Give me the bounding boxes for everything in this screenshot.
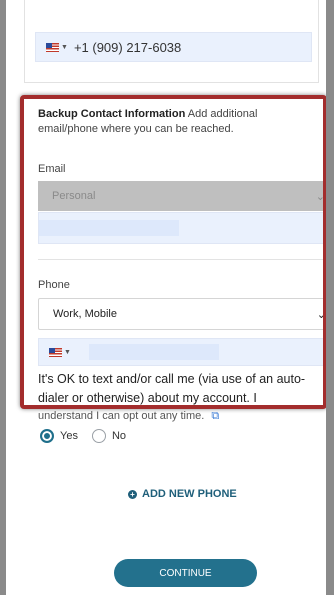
chevron-down-icon: ⌄: [316, 308, 326, 321]
consent-yes-label[interactable]: Yes: [60, 430, 78, 442]
us-flag-icon[interactable]: [46, 42, 59, 52]
us-flag-icon[interactable]: [49, 347, 62, 357]
email-type-value: Personal: [52, 190, 96, 202]
add-new-phone-button[interactable]: + ADD NEW PHONE: [128, 488, 237, 500]
consent-overflow-text: understand I can opt out any time.: [38, 410, 205, 422]
consent-yes-radio[interactable]: [40, 429, 54, 443]
primary-phone-value: +1 (909) 217-6038: [73, 39, 182, 55]
phone-label: Phone: [38, 279, 70, 291]
phone-input-fill: [89, 344, 219, 360]
consent-text: It's OK to text and/or call me (via use …: [38, 372, 306, 405]
backup-contact-section: Backup Contact Information Add additiona…: [20, 95, 326, 409]
backup-contact-heading: Backup Contact Information Add additiona…: [38, 107, 318, 137]
email-input-fill: [39, 220, 179, 236]
backup-title: Backup Contact Information: [38, 108, 186, 120]
chevron-down-icon[interactable]: ▼: [64, 349, 71, 356]
form-frame: ▼ +1 (909) 217-6038 Backup Contact Infor…: [6, 0, 326, 595]
consent-overflow-line: understand I can opt out any time. ⧉: [38, 410, 219, 423]
continue-button[interactable]: CONTINUE: [114, 559, 257, 587]
add-new-phone-label: ADD NEW PHONE: [142, 488, 237, 500]
consent-no-label[interactable]: No: [112, 430, 126, 442]
consent-no-radio[interactable]: [91, 429, 106, 443]
phone-type-select[interactable]: Work, Mobile ⌄: [38, 298, 326, 330]
external-link-icon[interactable]: ⧉: [211, 410, 219, 423]
email-type-select[interactable]: Personal ⌄: [38, 181, 325, 211]
email-label: Email: [38, 163, 66, 175]
chevron-down-icon: ⌄: [315, 190, 325, 203]
primary-phone-field[interactable]: ▼ +1 (909) 217-6038: [35, 32, 312, 62]
email-input[interactable]: [38, 212, 323, 244]
plus-circle-icon: +: [128, 489, 137, 499]
primary-contact-card: ▼ +1 (909) 217-6038: [24, 0, 319, 83]
phone-type-value: Work, Mobile: [53, 308, 117, 320]
chevron-down-icon[interactable]: ▼: [61, 44, 68, 51]
consent-radio-group: Yes No: [40, 429, 140, 443]
backup-phone-input[interactable]: ▼: [38, 338, 323, 366]
section-divider: [38, 259, 323, 260]
